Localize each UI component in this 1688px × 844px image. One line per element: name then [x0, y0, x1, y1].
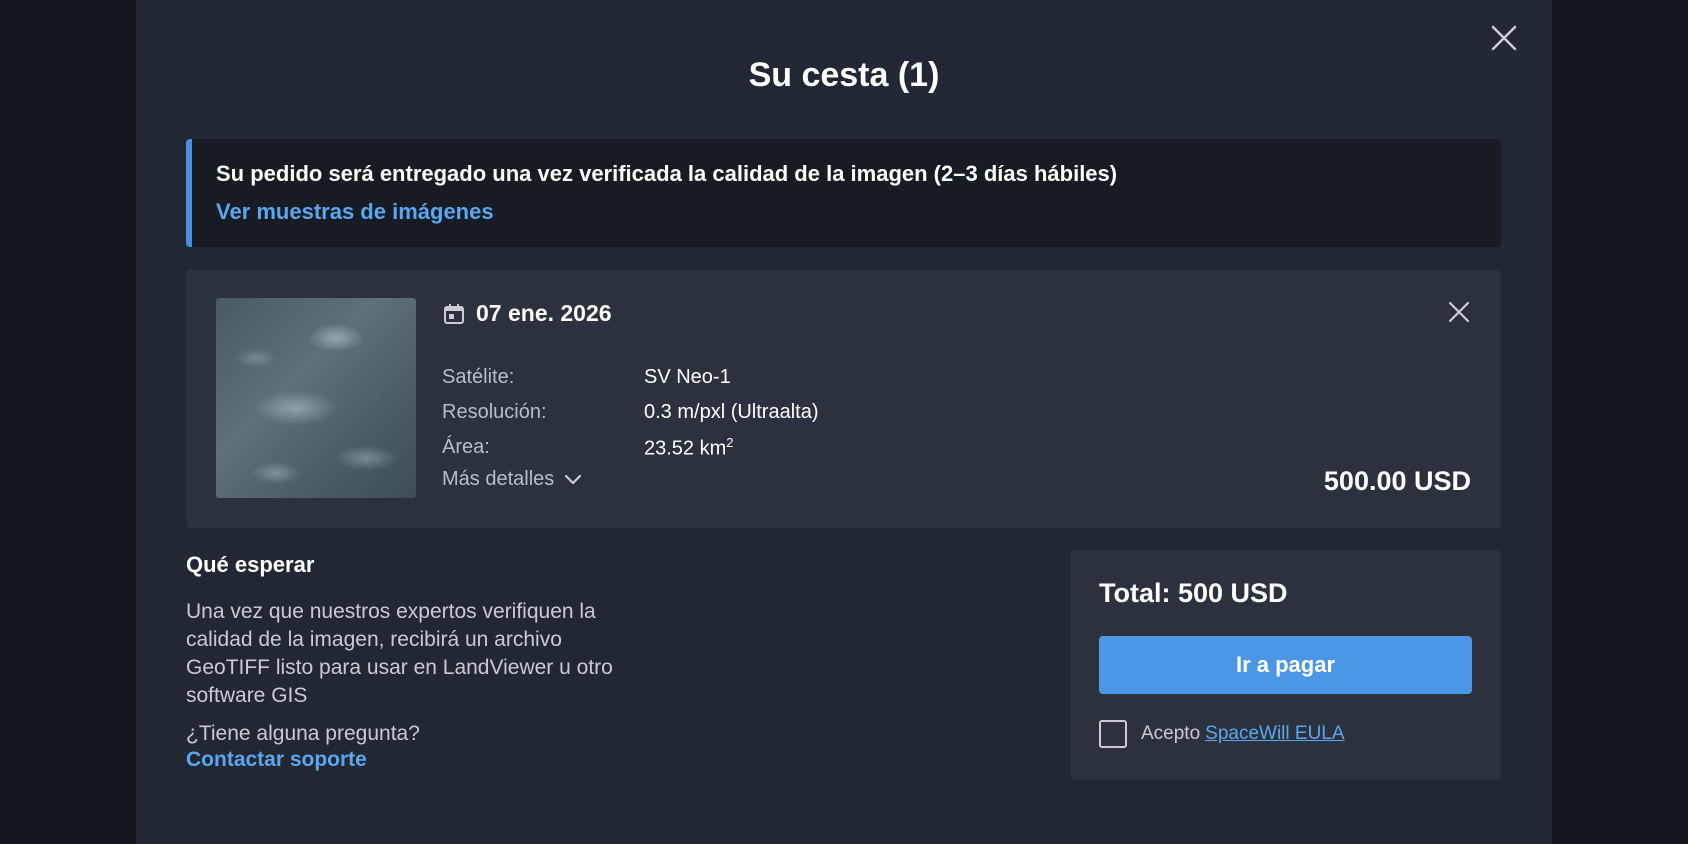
delivery-notice: Su pedido será entregado una vez verific…: [186, 139, 1501, 247]
close-icon: [1448, 301, 1470, 323]
close-icon: [1491, 25, 1517, 51]
area-unit-power: 2: [726, 434, 734, 450]
item-price: 500.00 USD: [1323, 466, 1471, 496]
spec-row-area: Área: 23.52 km2: [442, 430, 819, 465]
satellite-image-thumbnail[interactable]: [216, 298, 416, 498]
expect-text: Una vez que nuestros expertos verifiquen…: [186, 600, 613, 707]
cart-modal: Su cesta (1) Su pedido será entregado un…: [136, 0, 1552, 844]
cart-item: 07 ene. 2026 Satélite: SV Neo-1 Resoluci…: [186, 270, 1501, 528]
item-date: 07 ene. 2026: [442, 300, 612, 327]
expect-title: Qué esperar: [186, 552, 315, 577]
checkout-button[interactable]: Ir a pagar: [1099, 636, 1472, 694]
order-total: Total: 500 USD: [1099, 578, 1288, 608]
contact-support-link[interactable]: Contactar soporte: [186, 748, 367, 772]
area-number: 23.52 km: [644, 437, 727, 460]
spec-row-satellite: Satélite: SV Neo-1: [442, 360, 819, 395]
area-value: 23.52 km2: [644, 435, 734, 461]
more-details-label: Más detalles: [442, 468, 555, 490]
eula-row: Acepto SpaceWill EULA: [1099, 720, 1345, 748]
question-text: ¿Tiene alguna pregunta?: [186, 722, 420, 745]
item-specs: Satélite: SV Neo-1 Resolución: 0.3 m/pxl…: [442, 360, 819, 465]
resolution-value: 0.3 m/pxl (Ultraalta): [644, 401, 819, 423]
more-details-toggle[interactable]: Más detalles: [442, 468, 582, 491]
calendar-icon: [444, 303, 464, 324]
area-label: Área:: [442, 436, 490, 458]
item-date-text: 07 ene. 2026: [476, 300, 612, 326]
accept-text: Acepto: [1141, 723, 1201, 744]
resolution-label: Resolución:: [442, 401, 547, 423]
remove-item-button[interactable]: [1445, 298, 1473, 326]
view-samples-link[interactable]: Ver muestras de imágenes: [216, 199, 494, 225]
order-summary: Total: 500 USD Ir a pagar Acepto SpaceWi…: [1071, 550, 1501, 780]
close-modal-button[interactable]: [1488, 22, 1520, 54]
eula-link[interactable]: SpaceWill EULA: [1205, 723, 1344, 745]
page-title: Su cesta (1): [748, 56, 940, 94]
notice-text: Su pedido será entregado una vez verific…: [216, 161, 1118, 186]
what-to-expect: Qué esperar Una vez que nuestros experto…: [186, 552, 626, 772]
eula-checkbox[interactable]: [1099, 720, 1127, 748]
chevron-down-icon: [565, 474, 582, 484]
satellite-label: Satélite:: [442, 366, 515, 388]
spec-row-resolution: Resolución: 0.3 m/pxl (Ultraalta): [442, 395, 819, 430]
satellite-value: SV Neo-1: [644, 366, 731, 388]
